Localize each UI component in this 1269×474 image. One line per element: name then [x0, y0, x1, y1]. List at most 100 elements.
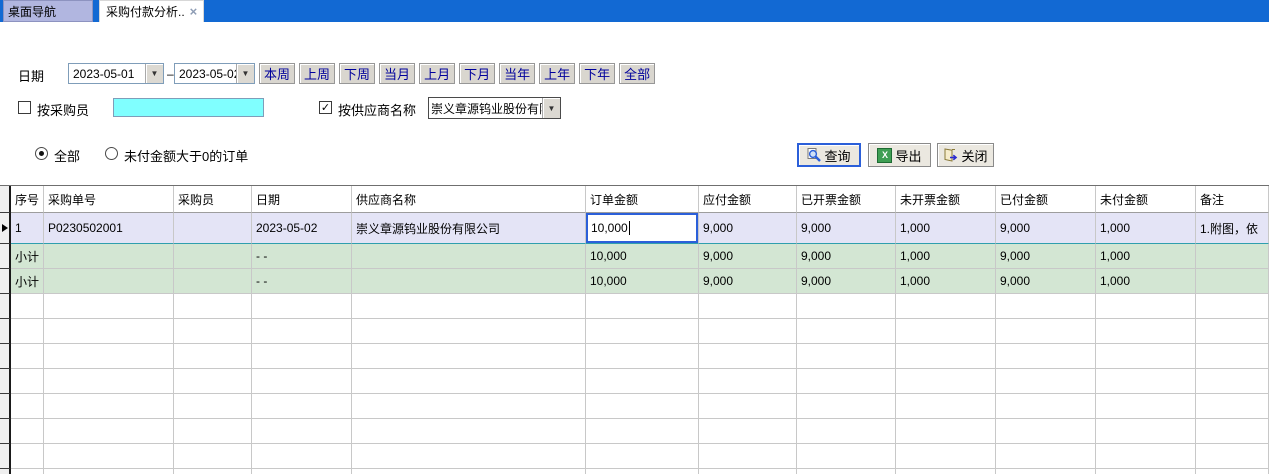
header-cell[interactable]: 订单金额	[586, 186, 699, 213]
quick-range-button[interactable]: 上年	[539, 63, 575, 84]
grid-cell[interactable]: 1,000	[1096, 244, 1196, 269]
grid-cell[interactable]: 9,000	[996, 244, 1096, 269]
grid-cell	[11, 469, 44, 474]
grid-cell	[699, 294, 797, 319]
header-cell[interactable]: 未付金额	[1096, 186, 1196, 213]
header-cell[interactable]: 序号	[11, 186, 44, 213]
scope-unpaid-radio[interactable]	[105, 147, 118, 160]
purchaser-input[interactable]	[113, 98, 264, 117]
chevron-down-icon[interactable]: ▼	[145, 64, 163, 83]
header-cell[interactable]: 备注	[1196, 186, 1269, 213]
grid-cell[interactable]	[174, 213, 252, 244]
close-icon[interactable]: ×	[190, 5, 198, 18]
grid-cell[interactable]: 9,000	[797, 269, 896, 294]
grid-cell[interactable]: P0230502001	[44, 213, 174, 244]
quick-range-button[interactable]: 当月	[379, 63, 415, 84]
quick-range-button[interactable]: 上月	[419, 63, 455, 84]
grid-cell[interactable]: 1,000	[896, 244, 996, 269]
grid-cell	[896, 469, 996, 474]
grid-cell[interactable]: 9,000	[699, 244, 797, 269]
quick-range-button[interactable]: 上周	[299, 63, 335, 84]
date-from-combobox[interactable]: 2023-05-01 ▼	[68, 63, 164, 84]
grid-cell[interactable]	[174, 244, 252, 269]
close-button[interactable]: 关闭	[937, 143, 994, 167]
by-supplier-checkbox[interactable]	[319, 101, 332, 114]
grid-cell[interactable]: 10,000	[586, 244, 699, 269]
grid-cell	[1096, 394, 1196, 419]
header-cell[interactable]: 应付金额	[699, 186, 797, 213]
quick-range-button[interactable]: 下周	[339, 63, 375, 84]
grid-cell[interactable]: 1	[11, 213, 44, 244]
supplier-combobox[interactable]: 崇义章源钨业股份有限公 ▼	[428, 97, 561, 119]
text-caret	[629, 221, 630, 235]
quick-range-button[interactable]: 下月	[459, 63, 495, 84]
grid-cell[interactable]	[1196, 244, 1269, 269]
date-to-combobox[interactable]: 2023-05-02 ▼	[174, 63, 255, 84]
empty-row	[0, 419, 1269, 444]
header-cell[interactable]: 采购单号	[44, 186, 174, 213]
chevron-down-icon[interactable]: ▼	[542, 98, 560, 118]
grid-cell[interactable]: - -	[252, 244, 352, 269]
header-cell[interactable]: 未开票金额	[896, 186, 996, 213]
header-cell[interactable]: 已开票金额	[797, 186, 896, 213]
grid-cell[interactable]: 9,000	[996, 213, 1096, 244]
grid-cell[interactable]: - -	[252, 269, 352, 294]
export-button[interactable]: X 导出	[868, 143, 931, 167]
scope-all-radio[interactable]	[35, 147, 48, 160]
order-amount-edit-cell[interactable]: 10,000	[586, 213, 699, 244]
grid-cell	[352, 369, 586, 394]
chevron-down-icon[interactable]: ▼	[236, 64, 254, 83]
quick-range-button[interactable]: 当年	[499, 63, 535, 84]
grid-cell[interactable]: 小计	[11, 244, 44, 269]
grid-cell[interactable]: 2023-05-02	[252, 213, 352, 244]
grid-cell[interactable]	[174, 269, 252, 294]
grid-cell[interactable]: 9,000	[996, 269, 1096, 294]
grid-cell	[699, 369, 797, 394]
grid-cell	[699, 344, 797, 369]
grid-cell	[586, 394, 699, 419]
grid-cell[interactable]: 1,000	[1096, 213, 1196, 244]
grid-cell	[896, 344, 996, 369]
grid-cell[interactable]: 9,000	[699, 213, 797, 244]
grid-cell	[1096, 469, 1196, 474]
header-cell[interactable]: 日期	[252, 186, 352, 213]
grid-cell	[699, 444, 797, 469]
tab-purchase-payment-analysis[interactable]: 采购付款分析.. ×	[99, 0, 204, 22]
quick-range-button[interactable]: 本周	[259, 63, 295, 84]
grid-cell[interactable]	[44, 244, 174, 269]
grid-cell	[1196, 394, 1269, 419]
grid-cell[interactable]: 崇义章源钨业股份有限公司	[352, 213, 586, 244]
grid-cell[interactable]	[1196, 269, 1269, 294]
grid-cell[interactable]	[44, 269, 174, 294]
grid-cell[interactable]	[352, 244, 586, 269]
row-indicator	[0, 419, 11, 444]
grid-cell	[11, 319, 44, 344]
grid-cell[interactable]	[352, 269, 586, 294]
date-from-value: 2023-05-01	[69, 64, 145, 83]
quick-range-button[interactable]: 全部	[619, 63, 655, 84]
grid-cell[interactable]: 1,000	[1096, 269, 1196, 294]
grid-cell[interactable]: 1.附图，依	[1196, 213, 1269, 244]
header-cell[interactable]: 已付金额	[996, 186, 1096, 213]
grid-cell	[1196, 344, 1269, 369]
row-indicator	[0, 344, 11, 369]
tab-desktop-navigation[interactable]: 桌面导航	[3, 0, 93, 22]
header-cell[interactable]: 采购员	[174, 186, 252, 213]
grid-cell	[996, 444, 1096, 469]
quick-range-button[interactable]: 下年	[579, 63, 615, 84]
grid-cell[interactable]: 9,000	[699, 269, 797, 294]
grid-cell	[11, 394, 44, 419]
grid-cell	[44, 294, 174, 319]
grid-cell	[996, 294, 1096, 319]
grid-cell[interactable]: 9,000	[797, 244, 896, 269]
grid-cell[interactable]: 小计	[11, 269, 44, 294]
grid-cell	[44, 319, 174, 344]
grid-cell[interactable]: 10,000	[586, 269, 699, 294]
grid-cell[interactable]: 1,000	[896, 269, 996, 294]
header-cell[interactable]: 供应商名称	[352, 186, 586, 213]
query-button[interactable]: 查询	[797, 143, 861, 167]
grid-cell[interactable]: 1,000	[896, 213, 996, 244]
row-indicator	[0, 244, 11, 269]
grid-cell[interactable]: 9,000	[797, 213, 896, 244]
by-purchaser-checkbox[interactable]	[18, 101, 31, 114]
